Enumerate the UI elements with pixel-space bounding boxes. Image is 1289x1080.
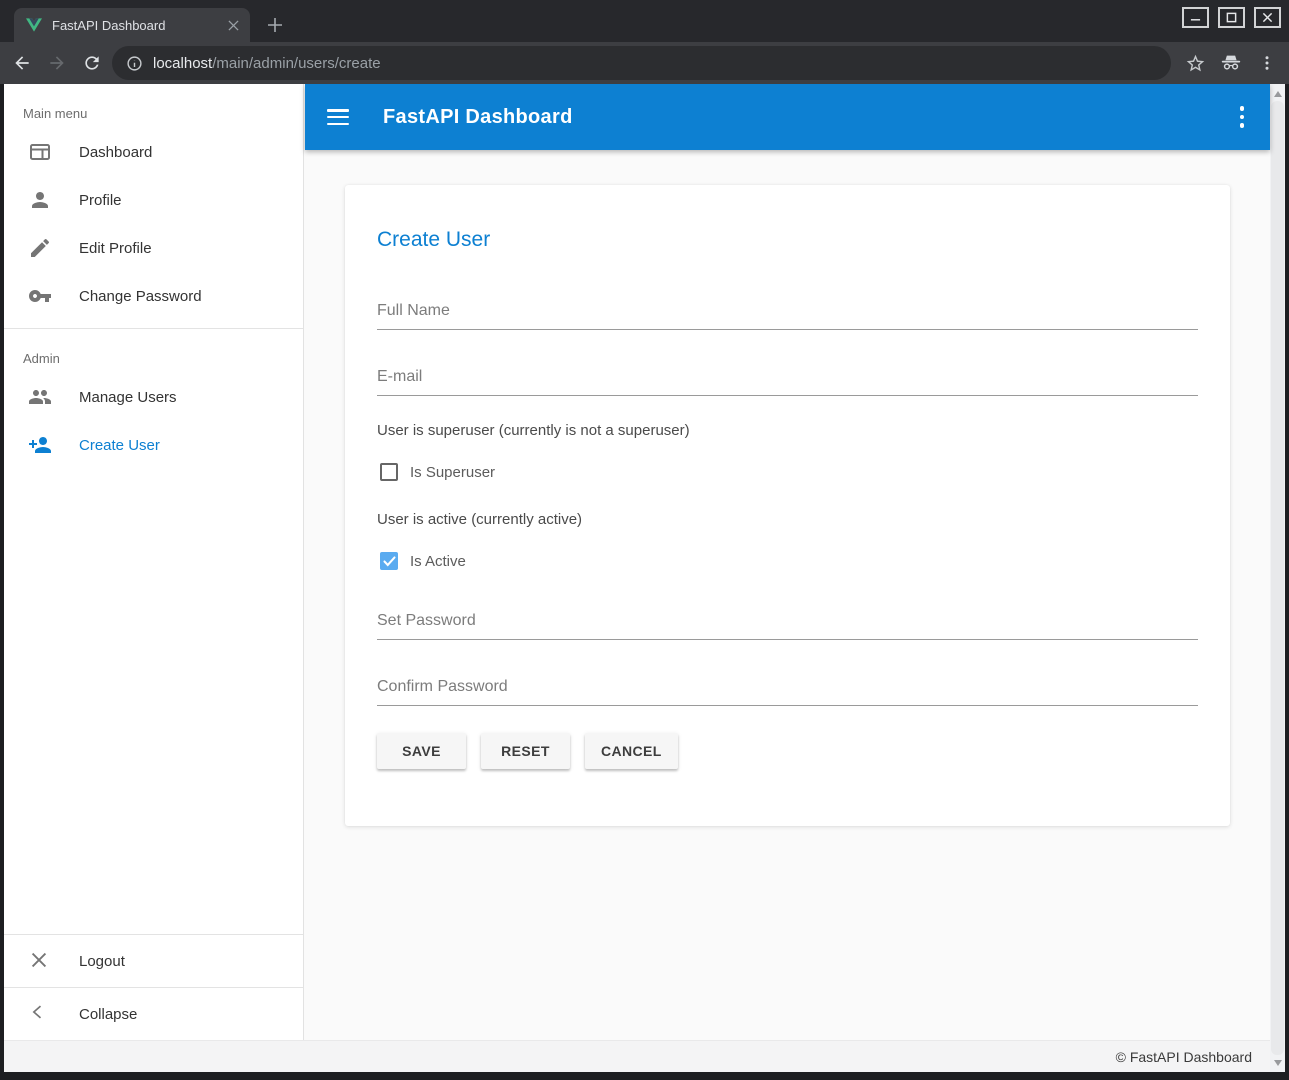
people-icon	[28, 385, 52, 409]
full-name-input[interactable]	[377, 296, 1198, 330]
reset-button[interactable]: RESET	[481, 733, 570, 769]
superuser-note: User is superuser (currently is not a su…	[377, 422, 1198, 439]
checkbox-unchecked-icon	[380, 463, 398, 481]
create-user-card: Create User User is superuser (currently…	[345, 185, 1230, 826]
sidebar-item-manage-users[interactable]: Manage Users	[4, 373, 303, 421]
is-active-checkbox[interactable]: Is Active	[377, 552, 1198, 570]
sidebar-item-label: Dashboard	[79, 144, 152, 161]
url-host: localhost	[153, 55, 212, 72]
maximize-icon[interactable]	[1218, 7, 1245, 28]
kebab-menu-icon[interactable]	[1255, 51, 1279, 75]
tab-title: FastAPI Dashboard	[52, 18, 224, 33]
scroll-up-icon[interactable]	[1270, 86, 1285, 101]
arrow-back-icon[interactable]	[9, 50, 35, 76]
checkbox-label: Is Superuser	[410, 464, 495, 481]
save-button[interactable]: SAVE	[377, 733, 466, 769]
person-add-icon	[28, 433, 52, 457]
main-content: Create User User is superuser (currently…	[305, 150, 1270, 1040]
sidebar-section-label: Main menu	[4, 98, 303, 128]
dashboard-icon	[28, 140, 52, 164]
toolbar-actions	[1183, 42, 1279, 84]
star-icon[interactable]	[1183, 51, 1207, 75]
set-password-field-wrap	[377, 606, 1198, 640]
scrollbar[interactable]	[1270, 84, 1285, 1072]
page-viewport: Main menu Dashboard Profile Edit Profile	[4, 84, 1285, 1072]
cancel-button[interactable]: CANCEL	[585, 733, 678, 769]
browser-window: FastAPI Dashboard	[0, 0, 1289, 1080]
new-tab-icon[interactable]	[262, 12, 288, 38]
sidebar-section-label: Admin	[4, 343, 303, 373]
person-icon	[28, 188, 52, 212]
sidebar-item-label: Manage Users	[79, 389, 177, 406]
kebab-menu-icon[interactable]	[1240, 84, 1245, 150]
sidebar-item-collapse[interactable]: Collapse	[4, 988, 303, 1040]
url-bar[interactable]: localhost/main/admin/users/create	[112, 46, 1171, 80]
sidebar-divider	[4, 328, 303, 329]
sidebar-item-label: Change Password	[79, 288, 202, 305]
app-header: FastAPI Dashboard	[305, 84, 1270, 150]
sidebar: Main menu Dashboard Profile Edit Profile	[4, 84, 304, 1040]
confirm-password-field-wrap	[377, 672, 1198, 706]
sidebar-item-label: Profile	[79, 192, 122, 209]
pencil-icon	[28, 236, 52, 260]
email-input[interactable]	[377, 362, 1198, 396]
arrow-forward-icon[interactable]	[44, 50, 70, 76]
chevron-left-icon	[28, 1002, 52, 1026]
active-note: User is active (currently active)	[377, 511, 1198, 528]
form-buttons: SAVE RESET CANCEL	[377, 733, 1198, 769]
sidebar-item-change-password[interactable]: Change Password	[4, 272, 303, 320]
close-x-icon	[28, 949, 52, 973]
sidebar-item-profile[interactable]: Profile	[4, 176, 303, 224]
app-title: FastAPI Dashboard	[383, 106, 573, 129]
set-password-input[interactable]	[377, 606, 1198, 640]
page-title: Create User	[377, 228, 1198, 252]
confirm-password-input[interactable]	[377, 672, 1198, 706]
hamburger-icon[interactable]	[327, 109, 349, 125]
sidebar-item-label: Logout	[79, 953, 125, 970]
checkbox-checked-icon	[380, 552, 398, 570]
minimize-icon[interactable]	[1182, 7, 1209, 28]
checkbox-label: Is Active	[410, 553, 466, 570]
url-text: localhost/main/admin/users/create	[153, 55, 381, 72]
incognito-icon[interactable]	[1219, 51, 1243, 75]
vue-logo-icon	[26, 18, 42, 32]
browser-tab[interactable]: FastAPI Dashboard	[14, 8, 250, 42]
main-area: FastAPI Dashboard Create User User is su…	[305, 84, 1270, 1072]
info-icon[interactable]	[126, 55, 143, 72]
full-name-field-wrap	[377, 296, 1198, 330]
copyright-text: © FastAPI Dashboard	[1116, 1049, 1252, 1065]
reload-icon[interactable]	[79, 50, 105, 76]
sidebar-item-label: Create User	[79, 437, 160, 454]
key-icon	[28, 284, 52, 308]
email-field-wrap	[377, 362, 1198, 396]
scroll-down-icon[interactable]	[1270, 1055, 1285, 1070]
sidebar-item-edit-profile[interactable]: Edit Profile	[4, 224, 303, 272]
window-controls	[1182, 7, 1281, 28]
sidebar-item-create-user[interactable]: Create User	[4, 421, 303, 469]
is-superuser-checkbox[interactable]: Is Superuser	[377, 463, 1198, 481]
url-path: /main/admin/users/create	[212, 55, 380, 72]
close-icon[interactable]	[1254, 7, 1281, 28]
tab-close-icon[interactable]	[224, 16, 242, 34]
sidebar-item-label: Collapse	[79, 1006, 137, 1023]
sidebar-item-logout[interactable]: Logout	[4, 935, 303, 987]
scrollbar-thumb[interactable]	[1271, 101, 1284, 1055]
sidebar-item-dashboard[interactable]: Dashboard	[4, 128, 303, 176]
sidebar-item-label: Edit Profile	[79, 240, 152, 257]
browser-toolbar: localhost/main/admin/users/create	[0, 42, 1289, 84]
sidebar-bottom: Logout Collapse	[4, 934, 303, 1040]
page-footer: © FastAPI Dashboard	[4, 1040, 1270, 1072]
tab-strip: FastAPI Dashboard	[0, 0, 1289, 42]
